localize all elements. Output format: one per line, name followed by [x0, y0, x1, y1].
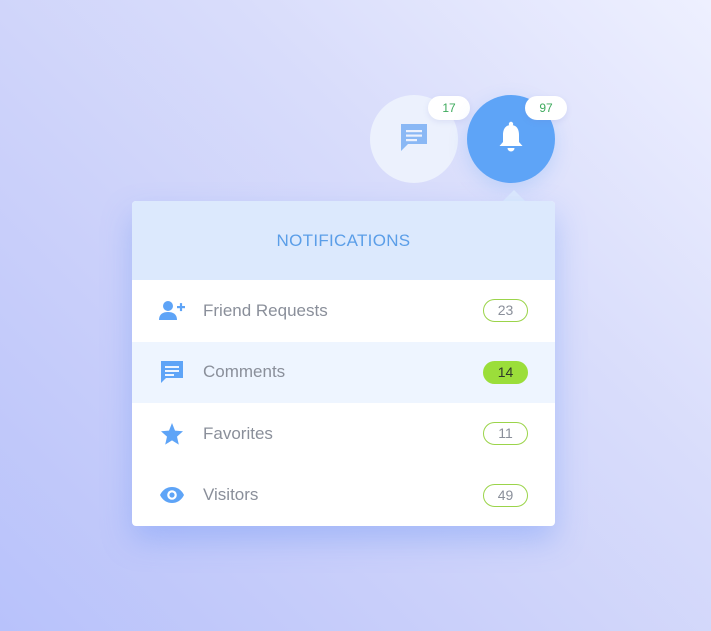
eye-icon: [159, 482, 185, 508]
add-user-icon: [159, 298, 185, 324]
notification-count-badge: 49: [483, 483, 528, 507]
notification-count-badge: 11: [483, 422, 528, 446]
notification-count-badge: 14: [483, 360, 528, 384]
notification-label: Favorites: [203, 423, 273, 443]
star-icon: [159, 421, 185, 447]
panel-header: NOTIFICATIONS: [132, 201, 555, 280]
notification-label: Comments: [203, 362, 286, 382]
comment-icon: [159, 359, 185, 385]
bell-icon: [496, 121, 526, 158]
notifications-panel: NOTIFICATIONS Friend Requests 23 Comment…: [132, 201, 555, 526]
panel-title: NOTIFICATIONS: [276, 230, 411, 250]
notification-row-comments[interactable]: Comments 14: [132, 341, 555, 403]
notifications-count-badge: 97: [525, 96, 567, 120]
notification-label: Visitors: [203, 485, 259, 505]
notification-label: Friend Requests: [203, 300, 328, 320]
notification-count-badge: 23: [483, 299, 528, 323]
chat-message-icon: [398, 121, 430, 158]
notification-row-favorites[interactable]: Favorites 11: [132, 403, 555, 465]
notification-row-visitors[interactable]: Visitors 49: [132, 465, 555, 527]
messages-count-badge: 17: [428, 96, 470, 120]
notification-row-friend-requests[interactable]: Friend Requests 23: [132, 280, 555, 342]
panel-pointer: [503, 190, 525, 201]
